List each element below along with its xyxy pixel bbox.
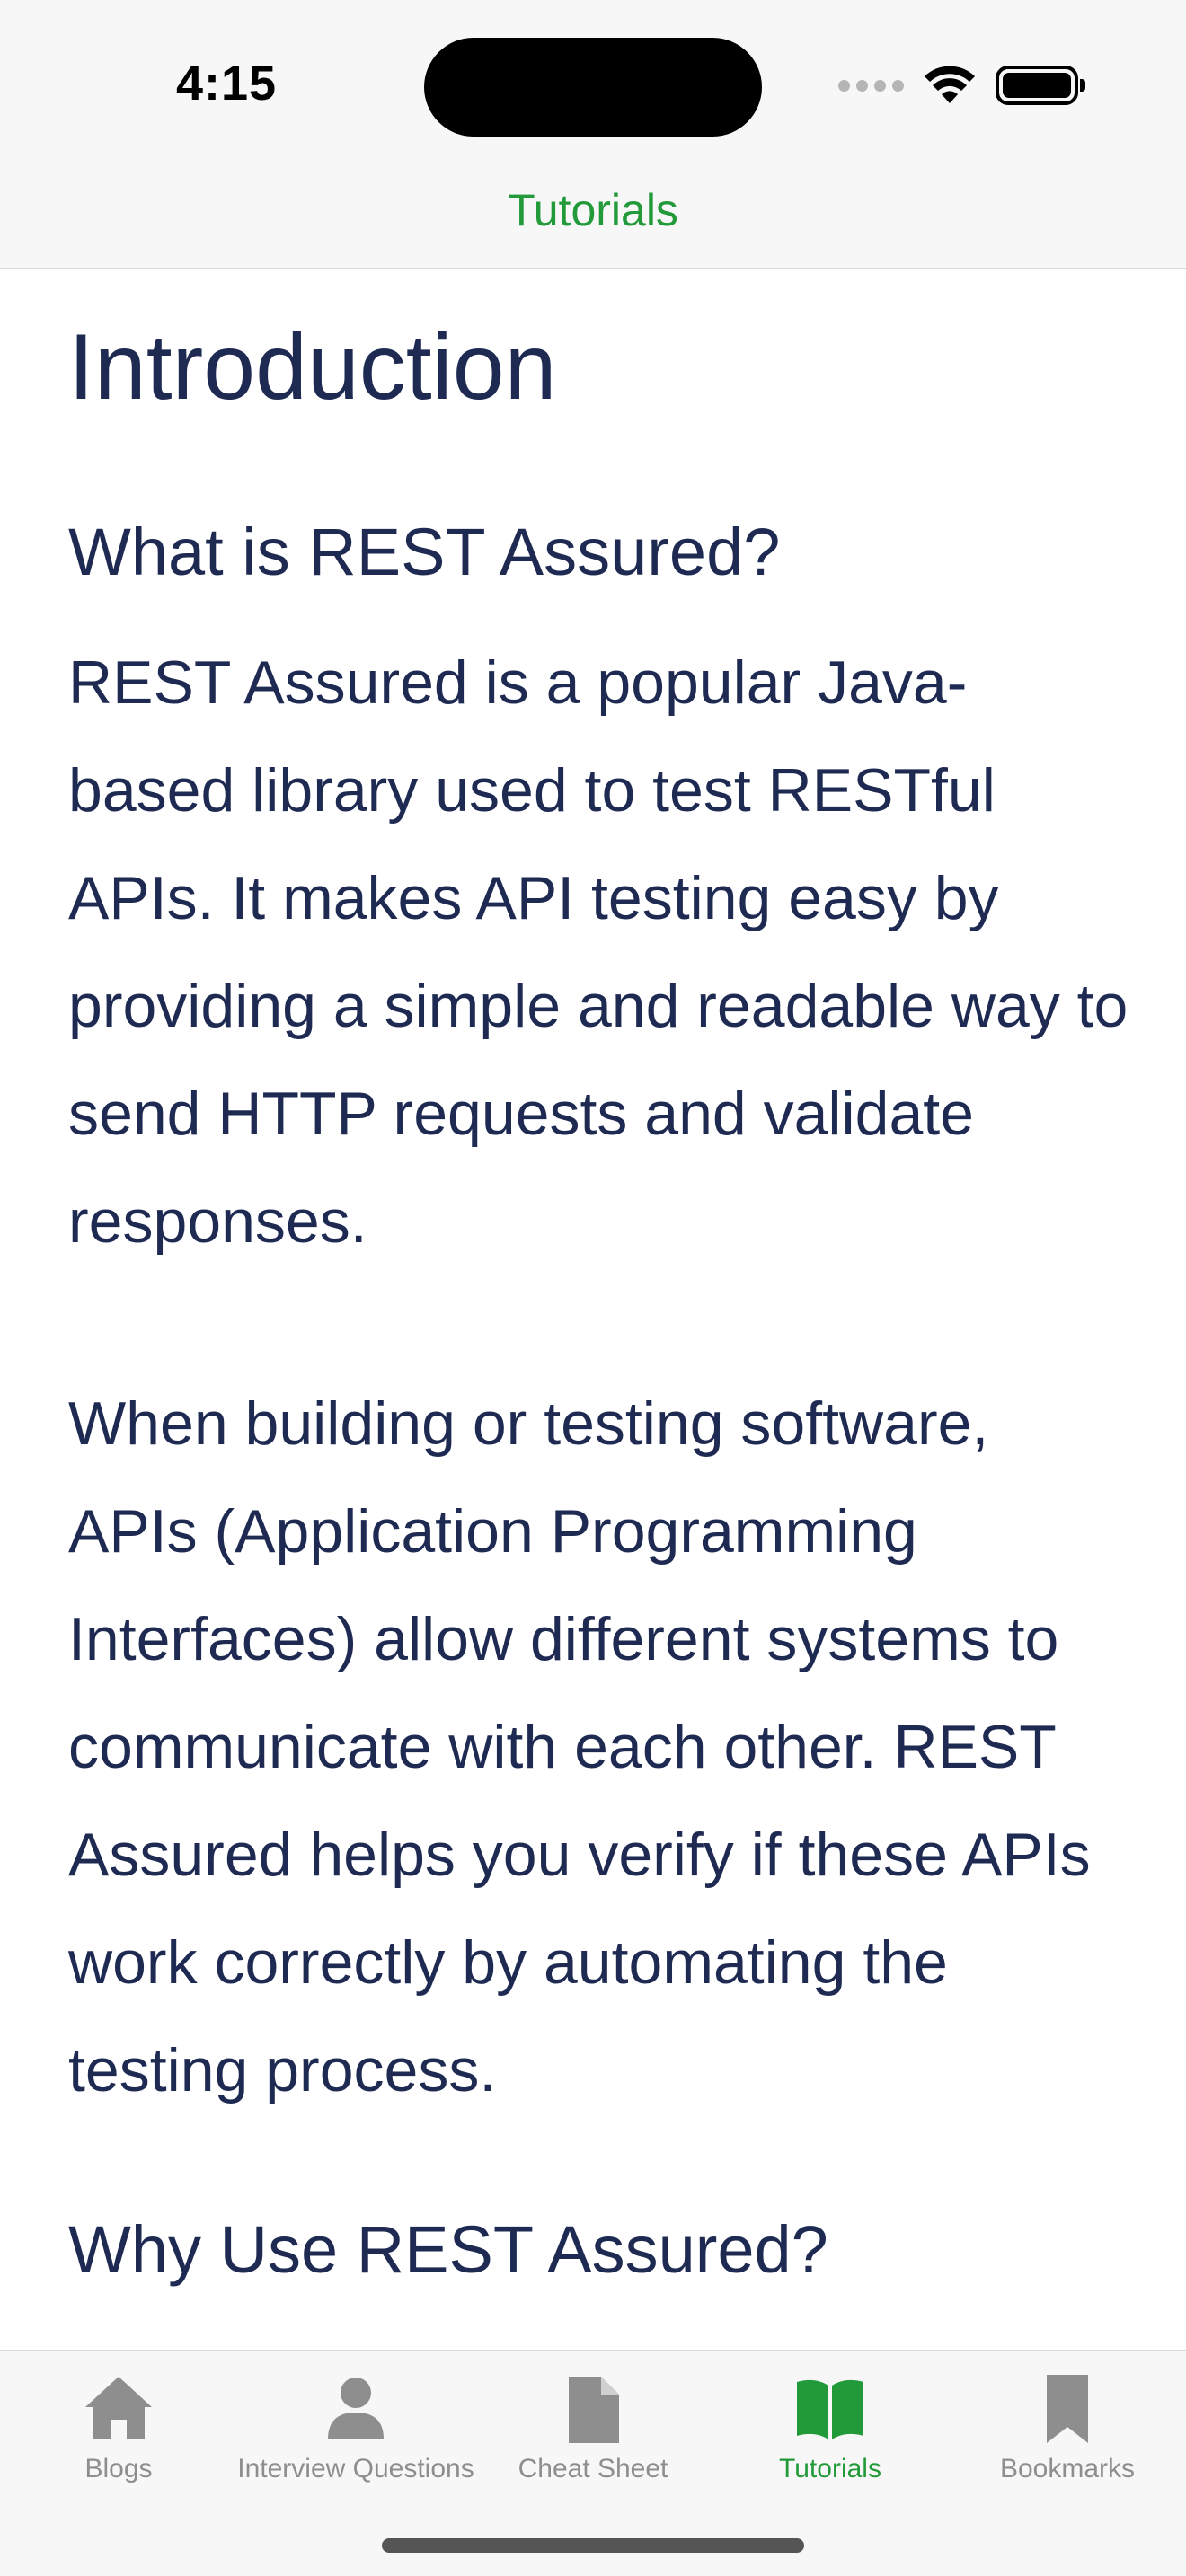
tab-label: Blogs bbox=[84, 2454, 153, 2483]
section-heading: What is REST Assured? bbox=[68, 515, 781, 589]
home-indicator[interactable] bbox=[382, 2538, 804, 2553]
bookmark-icon bbox=[1047, 2375, 1088, 2443]
tab-label: Tutorials bbox=[779, 2454, 881, 2483]
status-time: 4:15 bbox=[176, 57, 278, 110]
paragraph: REST Assured is a popular Java-based lib… bbox=[68, 648, 1128, 1256]
navigation-header: 4:15 Tutorials bbox=[0, 0, 1186, 269]
tab-label: Cheat Sheet bbox=[518, 2454, 668, 2483]
section-heading: Why Use REST Assured? bbox=[68, 2212, 828, 2287]
wifi-icon bbox=[925, 66, 975, 103]
nav-title: Tutorials bbox=[508, 185, 678, 235]
page-title: Introduction bbox=[68, 315, 557, 419]
battery-icon bbox=[996, 66, 1085, 105]
tab-cheat-sheet[interactable]: Cheat Sheet bbox=[474, 2369, 712, 2484]
house-icon bbox=[85, 2377, 152, 2439]
book-icon bbox=[797, 2379, 863, 2439]
cellular-signal-icon bbox=[838, 79, 904, 92]
tab-label: Interview Questions bbox=[237, 2454, 474, 2483]
tab-label: Bookmarks bbox=[999, 2454, 1136, 2483]
paragraph: When building or testing software, APIs … bbox=[68, 1389, 1091, 2104]
tab-bookmarks[interactable]: Bookmarks bbox=[949, 2369, 1186, 2484]
tab-blogs[interactable]: Blogs bbox=[0, 2369, 237, 2484]
document-icon bbox=[569, 2377, 619, 2443]
person-icon bbox=[328, 2378, 384, 2439]
tab-interview-questions[interactable]: Interview Questions bbox=[237, 2369, 474, 2484]
tab-tutorials[interactable]: Tutorials bbox=[712, 2369, 949, 2484]
dynamic-island bbox=[424, 38, 762, 137]
status-icons bbox=[838, 63, 1085, 108]
